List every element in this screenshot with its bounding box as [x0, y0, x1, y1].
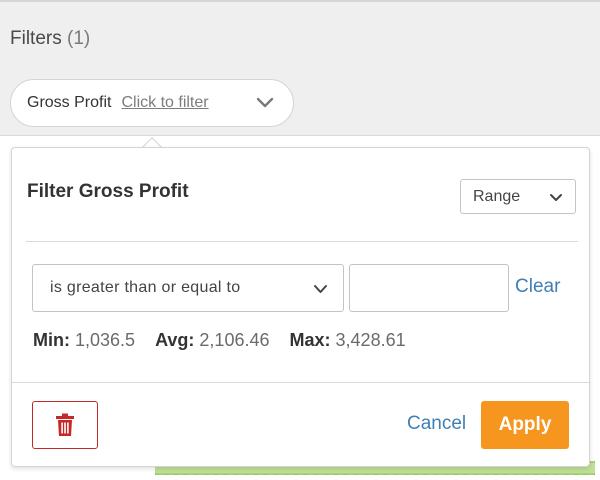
apply-button[interactable]: Apply [481, 401, 569, 449]
clear-link[interactable]: Clear [515, 276, 560, 298]
chevron-down-icon [550, 194, 562, 201]
stat-max: Max: 3,428.61 [290, 330, 406, 351]
filter-pill-gross-profit[interactable]: Gross Profit Click to filter [10, 79, 294, 127]
chevron-down-icon[interactable] [255, 95, 275, 111]
filter-pill-field: Gross Profit [27, 94, 112, 111]
stat-min-value: 1,036.5 [75, 330, 136, 350]
stat-max-label: Max: [289, 330, 331, 350]
filter-mode-select[interactable]: Range [460, 179, 576, 214]
filters-title: Filters [10, 28, 62, 49]
delete-filter-button[interactable] [32, 401, 98, 449]
filter-value-input[interactable] [349, 264, 509, 312]
filters-count: (1) [67, 28, 91, 49]
stats-row: Min: 1,036.5 Avg: 2,106.46 Max: 3,428.61 [33, 330, 426, 351]
cancel-button[interactable]: Cancel [407, 413, 466, 435]
stat-avg: Avg: 2,106.46 [155, 330, 269, 351]
operator-value: is greater than or equal to [50, 279, 241, 296]
stat-min-label: Min: [33, 330, 70, 350]
footer-divider [12, 382, 589, 383]
popover-title: Filter Gross Profit [27, 181, 189, 202]
filters-heading: Filters (1) [10, 28, 90, 50]
chevron-down-icon [314, 285, 327, 293]
filter-popover: Filter Gross Profit Range is greater tha… [11, 147, 590, 467]
stat-min: Min: 1,036.5 [33, 330, 135, 351]
stat-avg-label: Avg: [155, 330, 195, 350]
trash-icon [56, 413, 74, 436]
click-to-filter-link[interactable]: Click to filter [121, 94, 208, 112]
stat-avg-value: 2,106.46 [199, 330, 270, 350]
filters-bar: Filters (1) Gross Profit Click to filter [0, 2, 600, 136]
filter-mode-value: Range [473, 187, 521, 205]
header-divider [26, 241, 578, 242]
operator-select[interactable]: is greater than or equal to [32, 264, 344, 312]
stat-max-value: 3,428.61 [335, 330, 406, 350]
